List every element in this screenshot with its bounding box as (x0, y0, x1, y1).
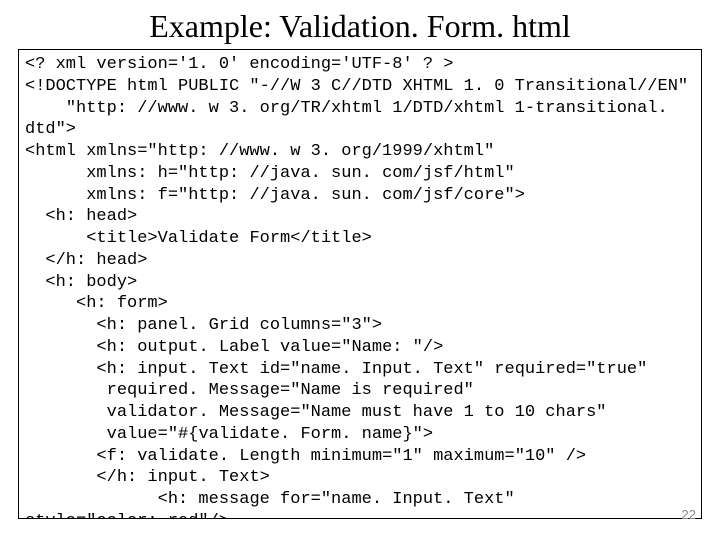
slide: Example: Validation. Form. html <? xml v… (0, 0, 720, 540)
code-block: <? xml version='1. 0' encoding='UTF-8' ?… (18, 49, 702, 519)
page-number: 22 (682, 507, 696, 522)
slide-title: Example: Validation. Form. html (18, 8, 702, 45)
